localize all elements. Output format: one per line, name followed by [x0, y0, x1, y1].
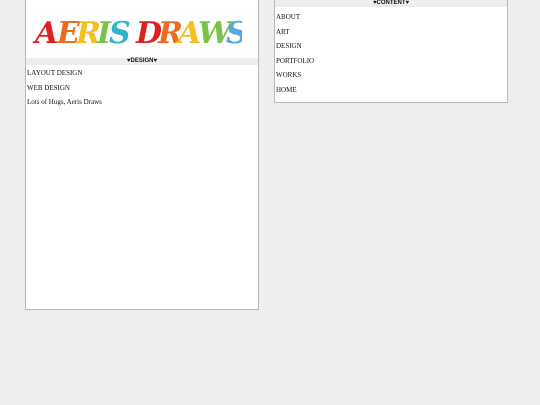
design-links: LAYOUT DESIGN WEB DESIGN [26, 66, 258, 95]
nav-design[interactable]: DESIGN [275, 39, 507, 54]
nav-portfolio[interactable]: PORTFOLIO [275, 54, 507, 69]
logo-letter: S [226, 16, 242, 51]
link-layout-design[interactable]: LAYOUT DESIGN [26, 66, 258, 81]
content-nav: ABOUT ART DESIGN PORTFOLIO WORKS HOME [275, 10, 507, 97]
logo-letter: S [109, 16, 131, 51]
nav-art[interactable]: ART [275, 25, 507, 40]
nav-works[interactable]: WORKS [275, 68, 507, 83]
nav-home[interactable]: HOME [275, 83, 507, 98]
design-section-header: ♥DESIGN♥ [26, 58, 258, 65]
site-logo[interactable]: A E R I S D R A W S [32, 8, 242, 53]
content-section-header: ♥CONTENT♥ [275, 0, 507, 7]
logo-letter: A [32, 16, 58, 51]
link-web-design[interactable]: WEB DESIGN [26, 81, 258, 96]
right-panel: ♥CONTENT♥ ABOUT ART DESIGN PORTFOLIO WOR… [274, 0, 508, 103]
signature-text: Lots of Hugs, Aeris Draws [27, 98, 102, 106]
site-logo-area: A E R I S D R A W S [26, 0, 258, 58]
left-panel: A E R I S D R A W S ♥DESIGN♥ LAYOUT DESI… [25, 0, 259, 310]
nav-about[interactable]: ABOUT [275, 10, 507, 25]
